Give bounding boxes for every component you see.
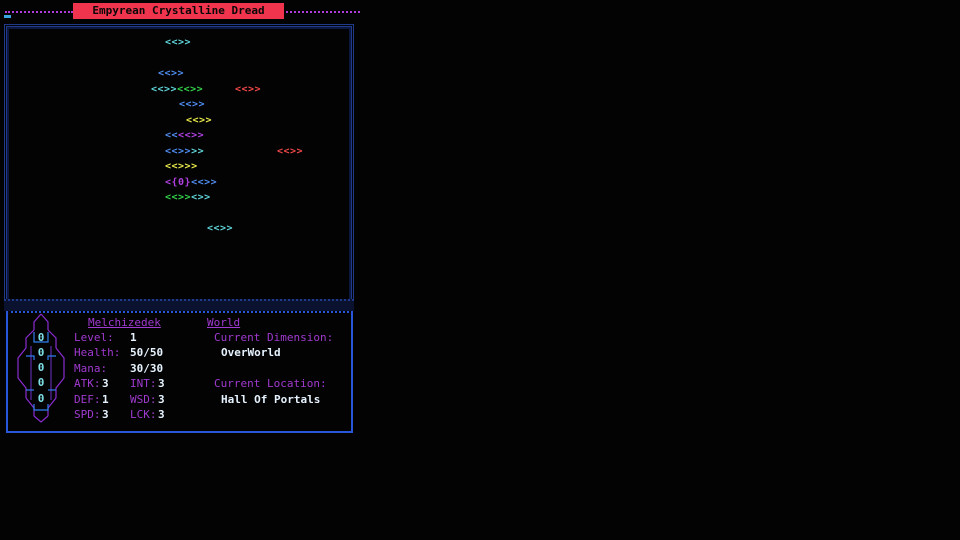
portal-glyph: <<>> bbox=[235, 84, 262, 95]
portal-glyph: <<>> bbox=[165, 146, 192, 157]
portal-glyph: >> bbox=[191, 146, 205, 157]
portal-row[interactable]: <<>> bbox=[179, 99, 205, 110]
portal-row[interactable]: <<>> bbox=[165, 37, 191, 48]
portal-row[interactable]: <<>><<>> bbox=[151, 84, 203, 95]
emblem-glyph: 0 bbox=[38, 376, 45, 389]
world-viewport-footer bbox=[4, 299, 354, 311]
portal-row[interactable]: <<<<>> bbox=[165, 130, 204, 141]
character-name[interactable]: Melchizedek bbox=[88, 316, 161, 329]
portal-row[interactable]: <{0}<<>> bbox=[165, 177, 217, 188]
health-value: 50/50 bbox=[130, 346, 164, 359]
mana-value: 30/30 bbox=[130, 362, 164, 375]
level-value: 1 bbox=[130, 331, 137, 344]
portal-glyph: <>> bbox=[191, 192, 211, 203]
portal-row[interactable]: <<>> bbox=[158, 68, 184, 79]
portal-glyph: <<>> bbox=[179, 99, 206, 110]
emblem-glyph: 0 bbox=[38, 392, 45, 405]
portal-row[interactable]: <<>><>> bbox=[165, 192, 211, 203]
portal-row[interactable]: <<>> bbox=[277, 146, 303, 157]
game-title: Empyrean Crystalline Dread bbox=[73, 3, 284, 19]
portal-glyph: <<>> bbox=[178, 130, 205, 141]
emblem-glyph: 0 bbox=[38, 346, 45, 359]
portal-row[interactable]: <<>>>> bbox=[165, 146, 204, 157]
def-label: DEF: bbox=[74, 393, 101, 406]
portal-glyph: <<>> bbox=[191, 177, 218, 188]
portal-glyph: <<>> bbox=[165, 37, 192, 48]
scroll-indicator bbox=[4, 15, 11, 18]
portal-glyph: <<>> bbox=[158, 68, 185, 79]
portal-glyph: <<>> bbox=[186, 115, 213, 126]
title-rule-left bbox=[5, 11, 73, 15]
wsd-label: WSD: bbox=[130, 393, 157, 406]
lck-value: 3 bbox=[158, 408, 165, 421]
world-heading[interactable]: World bbox=[207, 316, 240, 329]
def-value: 1 bbox=[102, 393, 109, 406]
portal-row[interactable]: <<>>> bbox=[165, 161, 198, 172]
atk-value: 3 bbox=[102, 377, 109, 390]
level-label: Level: bbox=[74, 331, 114, 344]
portal-glyph: <<>> bbox=[177, 84, 204, 95]
mana-label: Mana: bbox=[74, 362, 108, 375]
portal-glyph: <<>> bbox=[277, 146, 304, 157]
spd-label: SPD: bbox=[74, 408, 101, 421]
int-value: 3 bbox=[158, 377, 165, 390]
spd-value: 3 bbox=[102, 408, 109, 421]
atk-label: ATK: bbox=[74, 377, 101, 390]
emblem-glyph: 0 bbox=[38, 331, 45, 344]
portal-glyph: > bbox=[191, 161, 198, 172]
portal-row[interactable]: <<>> bbox=[235, 84, 261, 95]
location-value: Hall Of Portals bbox=[221, 393, 321, 406]
title-text: Empyrean Crystalline Dread bbox=[92, 4, 265, 17]
portal-row[interactable]: <<>> bbox=[186, 115, 212, 126]
portal-glyph: <<>> bbox=[207, 223, 234, 234]
wsd-value: 3 bbox=[158, 393, 165, 406]
portal-glyph: <<>> bbox=[151, 84, 178, 95]
title-rule-right bbox=[286, 11, 360, 15]
portal-glyph: <<>> bbox=[165, 161, 192, 172]
portal-row[interactable]: <<>> bbox=[207, 223, 233, 234]
int-label: INT: bbox=[130, 377, 157, 390]
portal-glyph: <{0} bbox=[165, 177, 192, 188]
portal-glyph: <<>> bbox=[165, 192, 192, 203]
portal-glyph: << bbox=[165, 130, 179, 141]
dimension-label: Current Dimension: bbox=[214, 331, 334, 344]
dimension-value: OverWorld bbox=[221, 346, 281, 359]
health-label: Health: bbox=[74, 346, 121, 359]
emblem-glyph: 0 bbox=[38, 361, 45, 374]
lck-label: LCK: bbox=[130, 408, 157, 421]
crystal-emblem-icon: 0 0 0 0 0 bbox=[17, 313, 65, 423]
location-label: Current Location: bbox=[214, 377, 327, 390]
